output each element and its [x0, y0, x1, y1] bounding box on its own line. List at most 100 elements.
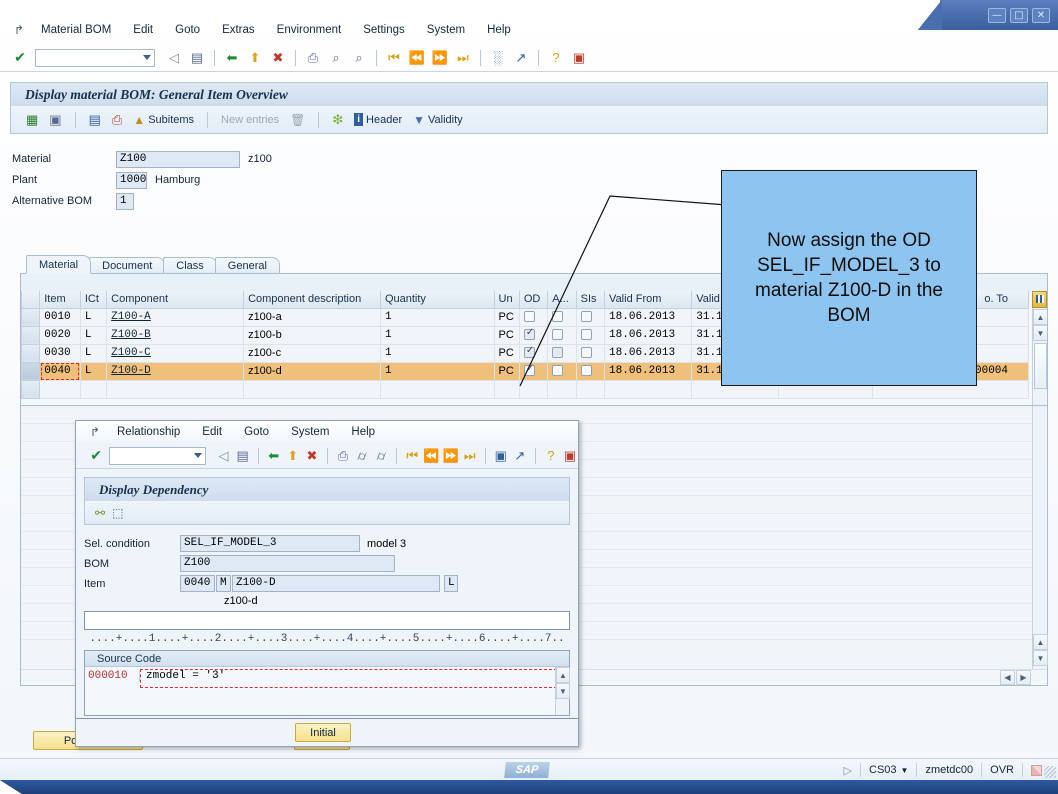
cell-item[interactable]: 0020: [40, 326, 81, 344]
scroll-left-icon[interactable]: ◀: [1000, 670, 1015, 685]
scrollbar-thumb[interactable]: [1034, 343, 1047, 389]
cell-component[interactable]: Z100-D: [107, 362, 244, 380]
menu-relationship[interactable]: Relationship: [106, 424, 191, 440]
cell-item[interactable]: 0010: [40, 308, 81, 326]
dependency-structure-icon[interactable]: ⚯: [95, 506, 105, 520]
resize-grip[interactable]: [1044, 766, 1056, 778]
cell-valid-from[interactable]: [605, 380, 692, 398]
component-link[interactable]: Z100-C: [111, 347, 151, 359]
cell-a[interactable]: [548, 344, 576, 362]
cell-od[interactable]: [519, 362, 547, 380]
sis-checkbox[interactable]: [581, 365, 592, 376]
cell-component[interactable]: Z100-B: [107, 326, 244, 344]
bom-input[interactable]: Z100: [180, 555, 395, 572]
first-page-icon[interactable]: ⏮: [384, 48, 404, 68]
menu-help[interactable]: Help: [340, 424, 386, 440]
od-checkbox[interactable]: [524, 311, 535, 322]
scroll-up-icon[interactable]: ▲: [556, 667, 570, 683]
od-checkbox[interactable]: [524, 347, 535, 358]
create-shortcut-icon[interactable]: ↗: [512, 446, 528, 466]
tab-material[interactable]: Material: [26, 255, 91, 274]
cell-component[interactable]: [107, 380, 244, 398]
transaction-code[interactable]: CS03▼: [860, 763, 916, 777]
menu-extras[interactable]: Extras: [211, 22, 266, 38]
find-icon[interactable]: ⌭: [354, 446, 370, 466]
alternative-bom-input[interactable]: 1: [116, 193, 134, 210]
subitems-button[interactable]: ▲Subitems: [130, 112, 197, 128]
chevron-down-icon[interactable]: [143, 55, 151, 60]
cell-description[interactable]: z100-d: [244, 362, 381, 380]
od-checkbox[interactable]: [524, 365, 535, 376]
chevron-down-icon[interactable]: ▼: [901, 766, 909, 775]
a-checkbox[interactable]: [552, 347, 563, 358]
cancel-icon[interactable]: ✖: [304, 446, 320, 466]
command-field[interactable]: [35, 49, 155, 67]
find-next-icon[interactable]: ⌭: [373, 446, 389, 466]
cell-valid-from[interactable]: 18.06.2013: [605, 326, 692, 344]
col-component[interactable]: Component: [107, 291, 244, 308]
cell-a[interactable]: [548, 380, 576, 398]
col-un[interactable]: Un: [494, 291, 519, 308]
col-valid-from[interactable]: Valid From: [605, 291, 692, 308]
help-icon[interactable]: ?: [543, 446, 559, 466]
sel-condition-input[interactable]: SEL_IF_MODEL_3: [180, 535, 360, 552]
col-ict[interactable]: ICt: [80, 291, 106, 308]
sis-checkbox[interactable]: [581, 329, 592, 340]
cell-quantity[interactable]: 1: [380, 326, 494, 344]
cell-item[interactable]: 0040: [40, 362, 81, 380]
row-selector[interactable]: [22, 308, 40, 326]
col-quantity[interactable]: Quantity: [380, 291, 494, 308]
dependency-icon[interactable]: ❇: [329, 111, 346, 129]
cell-ict[interactable]: L: [80, 326, 106, 344]
next-page-icon[interactable]: ⏩: [430, 48, 450, 68]
dialog-initial-button[interactable]: Initial: [295, 723, 351, 742]
tab-general[interactable]: General: [215, 257, 280, 274]
cell-ict[interactable]: [80, 380, 106, 398]
cell-od[interactable]: [519, 344, 547, 362]
cell-sis[interactable]: [576, 380, 604, 398]
cell-od[interactable]: [519, 380, 547, 398]
display-item-detail-icon[interactable]: ▣: [46, 111, 64, 129]
sis-checkbox[interactable]: [581, 347, 592, 358]
insert-mode[interactable]: OVR: [981, 763, 1022, 777]
cell-sis[interactable]: [576, 308, 604, 326]
cell-valid-from[interactable]: 18.06.2013: [605, 308, 692, 326]
line-code[interactable]: zmodel = '3': [139, 670, 569, 682]
find-next-icon[interactable]: ⌕: [349, 48, 369, 68]
source-code-scrollbar[interactable]: ▲ ▼: [555, 667, 569, 715]
create-session-icon[interactable]: ▣: [493, 446, 509, 466]
long-text-icon[interactable]: ▤: [86, 111, 104, 129]
back-icon[interactable]: ◁: [164, 48, 184, 68]
display-dependency-icon[interactable]: ⬚: [112, 506, 123, 520]
cell-ict[interactable]: L: [80, 344, 106, 362]
cell-description[interactable]: z100-b: [244, 326, 381, 344]
menu-settings[interactable]: Settings: [352, 22, 416, 38]
cell-a[interactable]: [548, 362, 576, 380]
cell-item[interactable]: 0030: [40, 344, 81, 362]
play-icon[interactable]: ▷: [836, 763, 860, 777]
enter-icon[interactable]: ✔: [88, 447, 104, 465]
green-back-icon[interactable]: ⬅: [222, 48, 242, 68]
plant-input[interactable]: 1000: [116, 172, 147, 189]
customize-local-layout-icon[interactable]: ▣: [569, 48, 589, 68]
cell-component[interactable]: Z100-C: [107, 344, 244, 362]
menu-goto[interactable]: Goto: [233, 424, 280, 440]
print-icon[interactable]: ⎙: [335, 446, 351, 466]
cell-ict[interactable]: L: [80, 308, 106, 326]
col-od[interactable]: OD: [519, 291, 547, 308]
cell-description[interactable]: [244, 380, 381, 398]
row-select-header[interactable]: [22, 291, 40, 308]
cell-quantity[interactable]: 1: [380, 362, 494, 380]
col-item[interactable]: Item: [40, 291, 81, 308]
sis-checkbox[interactable]: [581, 311, 592, 322]
cell-valid-from[interactable]: 18.06.2013: [605, 362, 692, 380]
cell-description[interactable]: z100-a: [244, 308, 381, 326]
item-material-input[interactable]: Z100-D: [232, 575, 440, 592]
menu-edit[interactable]: Edit: [191, 424, 233, 440]
a-checkbox[interactable]: [552, 311, 563, 322]
dependency-editor-input[interactable]: [84, 611, 570, 630]
component-link[interactable]: Z100-B: [111, 329, 151, 341]
row-selector[interactable]: [22, 362, 40, 380]
item-type-input[interactable]: M: [216, 575, 231, 592]
cancel-icon[interactable]: ✖: [268, 48, 288, 68]
